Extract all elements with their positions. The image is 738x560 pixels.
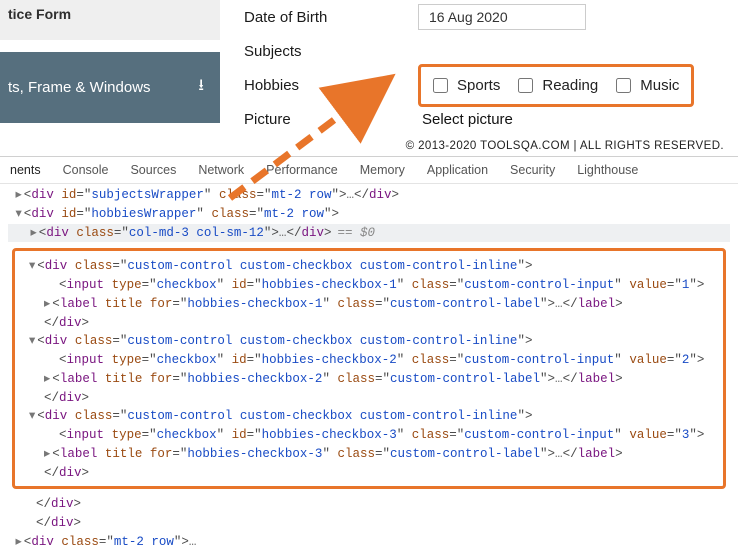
sidebar-header: tice Form bbox=[0, 0, 220, 40]
download-icon: ⭳ bbox=[198, 74, 204, 101]
dom-line[interactable]: ▸<label title for="hobbies-checkbox-1" c… bbox=[29, 295, 709, 314]
hobby-reading[interactable]: Reading bbox=[514, 75, 598, 96]
picture-label: Picture bbox=[244, 111, 418, 128]
tab-lighthouse[interactable]: Lighthouse bbox=[577, 163, 638, 177]
tab-console[interactable]: Console bbox=[63, 163, 109, 177]
caret-right-icon: ▸ bbox=[44, 447, 50, 461]
tab-memory[interactable]: Memory bbox=[360, 163, 405, 177]
hobby-music[interactable]: Music bbox=[612, 75, 679, 96]
caret-right-icon: ▸ bbox=[44, 372, 50, 386]
dom-line[interactable]: ▾<div id="hobbiesWrapper" class="mt-2 ro… bbox=[8, 205, 730, 224]
caret-right-icon: ▸ bbox=[31, 226, 37, 240]
dom-line[interactable]: ▸<label title for="hobbies-checkbox-3" c… bbox=[29, 445, 709, 464]
hobby-reading-checkbox[interactable] bbox=[518, 78, 533, 93]
hobbies-checkbox-group-highlight: Sports Reading Music bbox=[418, 64, 694, 107]
dom-line[interactable]: </div> bbox=[29, 389, 709, 408]
dom-line[interactable]: </div> bbox=[36, 514, 730, 533]
highlighted-dom-block: ▾<div class="custom-control custom-check… bbox=[12, 248, 726, 489]
form-area: Date of Birth 16 Aug 2020 Subjects Hobbi… bbox=[220, 0, 738, 136]
hobby-music-checkbox[interactable] bbox=[616, 78, 631, 93]
hobby-music-label: Music bbox=[640, 77, 679, 94]
caret-down-icon: ▾ bbox=[16, 207, 22, 221]
select-picture-button[interactable]: Select picture bbox=[418, 111, 513, 128]
caret-down-icon: ▾ bbox=[29, 334, 35, 348]
subjects-label: Subjects bbox=[244, 43, 418, 60]
caret-down-icon: ▾ bbox=[29, 409, 35, 423]
tab-security[interactable]: Security bbox=[510, 163, 555, 177]
dom-line[interactable]: <input type="checkbox" id="hobbies-check… bbox=[29, 426, 709, 445]
dom-line[interactable]: ▾<div class="custom-control custom-check… bbox=[29, 407, 709, 426]
dom-line[interactable]: ▾<div class="custom-control custom-check… bbox=[29, 257, 709, 276]
tab-application[interactable]: Application bbox=[427, 163, 488, 177]
dom-line[interactable]: ▸<div id="subjectsWrapper" class="mt-2 r… bbox=[8, 186, 730, 205]
dom-line[interactable]: <input type="checkbox" id="hobbies-check… bbox=[29, 276, 709, 295]
dom-line[interactable]: ▸<div class="mt-2 row">… bbox=[8, 533, 730, 552]
tab-elements[interactable]: nents bbox=[10, 163, 41, 177]
tab-performance[interactable]: Performance bbox=[266, 163, 338, 177]
caret-right-icon: ▸ bbox=[16, 535, 22, 549]
selected-node-indicator: == $0 bbox=[337, 226, 375, 240]
dom-line[interactable]: ▸<label title for="hobbies-checkbox-2" c… bbox=[29, 370, 709, 389]
caret-right-icon: ▸ bbox=[16, 188, 22, 202]
hobbies-label: Hobbies bbox=[244, 77, 418, 94]
dom-line[interactable]: </div> bbox=[36, 495, 730, 514]
dom-line-selected[interactable]: ▸<div class="col-md-3 col-sm-12">…</div>… bbox=[8, 224, 730, 243]
elements-panel[interactable]: ▸<div id="subjectsWrapper" class="mt-2 r… bbox=[0, 184, 738, 560]
dom-line[interactable]: ▾<div class="custom-control custom-check… bbox=[29, 332, 709, 351]
dob-input[interactable]: 16 Aug 2020 bbox=[418, 4, 586, 30]
sidebar-item-frame-windows[interactable]: ts, Frame & Windows ⭳ bbox=[0, 52, 220, 123]
tab-sources[interactable]: Sources bbox=[130, 163, 176, 177]
hobby-reading-label: Reading bbox=[542, 77, 598, 94]
dom-line[interactable]: </div> bbox=[29, 464, 709, 483]
hobby-sports-checkbox[interactable] bbox=[433, 78, 448, 93]
caret-right-icon: ▸ bbox=[44, 297, 50, 311]
tab-network[interactable]: Network bbox=[198, 163, 244, 177]
hobby-sports[interactable]: Sports bbox=[429, 75, 500, 96]
hobby-sports-label: Sports bbox=[457, 77, 500, 94]
dob-label: Date of Birth bbox=[244, 9, 418, 26]
dom-line[interactable]: <input type="checkbox" id="hobbies-check… bbox=[29, 351, 709, 370]
dom-line[interactable]: </div> bbox=[29, 314, 709, 333]
caret-down-icon: ▾ bbox=[29, 259, 35, 273]
devtools-tab-bar: nents Console Sources Network Performanc… bbox=[0, 157, 738, 184]
footer-copyright: © 2013-2020 TOOLSQA.COM | ALL RIGHTS RES… bbox=[406, 140, 724, 152]
sidebar-item-label: ts, Frame & Windows bbox=[8, 79, 151, 96]
